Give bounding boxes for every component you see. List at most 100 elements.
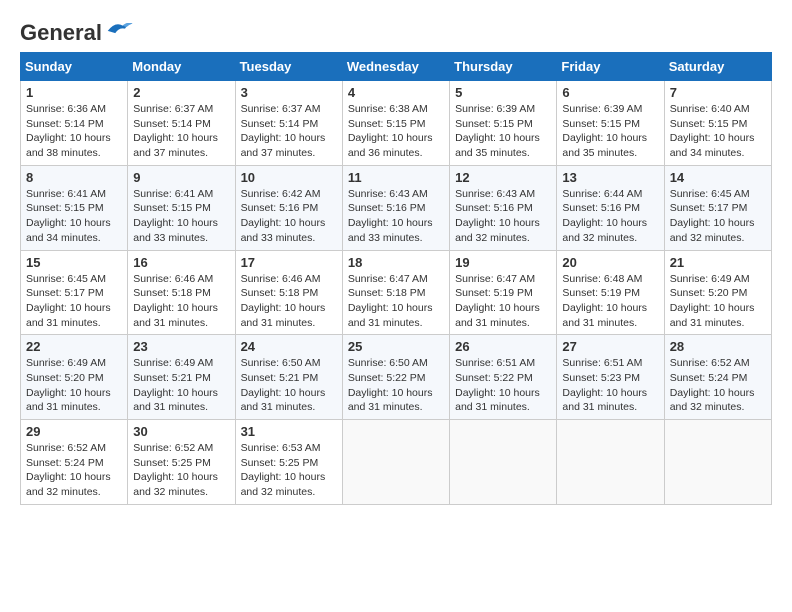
- day-number: 2: [133, 85, 229, 100]
- day-info: Sunrise: 6:37 AMSunset: 5:14 PMDaylight:…: [241, 102, 337, 161]
- weekday-header-friday: Friday: [557, 53, 664, 81]
- calendar-cell: 10Sunrise: 6:42 AMSunset: 5:16 PMDayligh…: [235, 165, 342, 250]
- calendar-cell: 29 Sunrise: 6:52 AMSunset: 5:24 PMDayligh…: [21, 420, 128, 505]
- day-info: Sunrise: 6:41 AMSunset: 5:15 PMDaylight:…: [26, 187, 122, 246]
- day-number: 29: [26, 424, 122, 439]
- calendar-cell: 16Sunrise: 6:46 AMSunset: 5:18 PMDayligh…: [128, 250, 235, 335]
- calendar-cell: 28 Sunrise: 6:52 AMSunset: 5:24 PMDayligh…: [664, 335, 771, 420]
- day-number: 28: [670, 339, 766, 354]
- day-info: Sunrise: 6:52 AMSunset: 5:25 PMDaylight:…: [133, 441, 229, 500]
- day-number: 3: [241, 85, 337, 100]
- day-number: 27: [562, 339, 658, 354]
- day-number: 31: [241, 424, 337, 439]
- day-info: Sunrise: 6:52 AMSunset: 5:24 PMDaylight:…: [670, 356, 766, 415]
- day-info: Sunrise: 6:41 AMSunset: 5:15 PMDaylight:…: [133, 187, 229, 246]
- calendar-cell: 30 Sunrise: 6:52 AMSunset: 5:25 PMDayligh…: [128, 420, 235, 505]
- day-number: 15: [26, 255, 122, 270]
- calendar-week-2: 8 Sunrise: 6:41 AMSunset: 5:15 PMDaylight…: [21, 165, 772, 250]
- calendar-cell: 7Sunrise: 6:40 AMSunset: 5:15 PMDaylight…: [664, 81, 771, 166]
- calendar-cell: 15 Sunrise: 6:45 AMSunset: 5:17 PMDayligh…: [21, 250, 128, 335]
- calendar-cell: [342, 420, 449, 505]
- weekday-header-saturday: Saturday: [664, 53, 771, 81]
- calendar-cell: [450, 420, 557, 505]
- day-number: 12: [455, 170, 551, 185]
- calendar-week-3: 15 Sunrise: 6:45 AMSunset: 5:17 PMDayligh…: [21, 250, 772, 335]
- day-number: 22: [26, 339, 122, 354]
- day-info: Sunrise: 6:52 AMSunset: 5:24 PMDaylight:…: [26, 441, 122, 500]
- day-number: 5: [455, 85, 551, 100]
- day-number: 9: [133, 170, 229, 185]
- day-info: Sunrise: 6:49 AMSunset: 5:20 PMDaylight:…: [26, 356, 122, 415]
- calendar-cell: 9 Sunrise: 6:41 AMSunset: 5:15 PMDaylight…: [128, 165, 235, 250]
- day-number: 26: [455, 339, 551, 354]
- day-info: Sunrise: 6:51 AMSunset: 5:23 PMDaylight:…: [562, 356, 658, 415]
- weekday-header-monday: Monday: [128, 53, 235, 81]
- day-info: Sunrise: 6:45 AMSunset: 5:17 PMDaylight:…: [26, 272, 122, 331]
- weekday-header-tuesday: Tuesday: [235, 53, 342, 81]
- logo-general: General: [20, 20, 102, 46]
- calendar-cell: [557, 420, 664, 505]
- calendar-cell: 5 Sunrise: 6:39 AMSunset: 5:15 PMDaylight…: [450, 81, 557, 166]
- calendar-cell: 22 Sunrise: 6:49 AMSunset: 5:20 PMDayligh…: [21, 335, 128, 420]
- calendar-cell: 11 Sunrise: 6:43 AMSunset: 5:16 PMDayligh…: [342, 165, 449, 250]
- calendar-cell: 6Sunrise: 6:39 AMSunset: 5:15 PMDaylight…: [557, 81, 664, 166]
- page-header: General: [20, 20, 772, 42]
- day-info: Sunrise: 6:45 AMSunset: 5:17 PMDaylight:…: [670, 187, 766, 246]
- logo: General: [20, 20, 134, 42]
- day-info: Sunrise: 6:50 AMSunset: 5:22 PMDaylight:…: [348, 356, 444, 415]
- calendar-cell: 24Sunrise: 6:50 AMSunset: 5:21 PMDayligh…: [235, 335, 342, 420]
- day-number: 8: [26, 170, 122, 185]
- day-info: Sunrise: 6:43 AMSunset: 5:16 PMDaylight:…: [348, 187, 444, 246]
- calendar-cell: 19 Sunrise: 6:47 AMSunset: 5:19 PMDayligh…: [450, 250, 557, 335]
- calendar-cell: 26 Sunrise: 6:51 AMSunset: 5:22 PMDayligh…: [450, 335, 557, 420]
- calendar-cell: 17Sunrise: 6:46 AMSunset: 5:18 PMDayligh…: [235, 250, 342, 335]
- day-number: 16: [133, 255, 229, 270]
- day-number: 11: [348, 170, 444, 185]
- day-info: Sunrise: 6:39 AMSunset: 5:15 PMDaylight:…: [455, 102, 551, 161]
- day-number: 19: [455, 255, 551, 270]
- day-number: 13: [562, 170, 658, 185]
- day-number: 24: [241, 339, 337, 354]
- calendar-cell: 3 Sunrise: 6:37 AMSunset: 5:14 PMDaylight…: [235, 81, 342, 166]
- calendar-cell: 2 Sunrise: 6:37 AMSunset: 5:14 PMDaylight…: [128, 81, 235, 166]
- day-info: Sunrise: 6:49 AMSunset: 5:21 PMDaylight:…: [133, 356, 229, 415]
- calendar-cell: 12 Sunrise: 6:43 AMSunset: 5:16 PMDayligh…: [450, 165, 557, 250]
- calendar-cell: 4Sunrise: 6:38 AMSunset: 5:15 PMDaylight…: [342, 81, 449, 166]
- calendar-header-row: SundayMondayTuesdayWednesdayThursdayFrid…: [21, 53, 772, 81]
- calendar-cell: 1 Sunrise: 6:36 AMSunset: 5:14 PMDaylight…: [21, 81, 128, 166]
- weekday-header-sunday: Sunday: [21, 53, 128, 81]
- day-info: Sunrise: 6:46 AMSunset: 5:18 PMDaylight:…: [241, 272, 337, 331]
- weekday-header-wednesday: Wednesday: [342, 53, 449, 81]
- calendar-cell: 13 Sunrise: 6:44 AMSunset: 5:16 PMDayligh…: [557, 165, 664, 250]
- day-number: 20: [562, 255, 658, 270]
- day-number: 30: [133, 424, 229, 439]
- day-number: 1: [26, 85, 122, 100]
- calendar-cell: 8 Sunrise: 6:41 AMSunset: 5:15 PMDaylight…: [21, 165, 128, 250]
- day-number: 21: [670, 255, 766, 270]
- calendar-cell: 25 Sunrise: 6:50 AMSunset: 5:22 PMDayligh…: [342, 335, 449, 420]
- day-number: 23: [133, 339, 229, 354]
- calendar-cell: 14 Sunrise: 6:45 AMSunset: 5:17 PMDayligh…: [664, 165, 771, 250]
- day-info: Sunrise: 6:53 AMSunset: 5:25 PMDaylight:…: [241, 441, 337, 500]
- calendar-week-1: 1 Sunrise: 6:36 AMSunset: 5:14 PMDaylight…: [21, 81, 772, 166]
- day-info: Sunrise: 6:47 AMSunset: 5:18 PMDaylight:…: [348, 272, 444, 331]
- day-info: Sunrise: 6:47 AMSunset: 5:19 PMDaylight:…: [455, 272, 551, 331]
- calendar-cell: [664, 420, 771, 505]
- day-number: 14: [670, 170, 766, 185]
- calendar-cell: 23 Sunrise: 6:49 AMSunset: 5:21 PMDayligh…: [128, 335, 235, 420]
- day-info: Sunrise: 6:43 AMSunset: 5:16 PMDaylight:…: [455, 187, 551, 246]
- day-info: Sunrise: 6:44 AMSunset: 5:16 PMDaylight:…: [562, 187, 658, 246]
- day-info: Sunrise: 6:37 AMSunset: 5:14 PMDaylight:…: [133, 102, 229, 161]
- day-info: Sunrise: 6:39 AMSunset: 5:15 PMDaylight:…: [562, 102, 658, 161]
- day-info: Sunrise: 6:42 AMSunset: 5:16 PMDaylight:…: [241, 187, 337, 246]
- day-info: Sunrise: 6:38 AMSunset: 5:15 PMDaylight:…: [348, 102, 444, 161]
- day-number: 7: [670, 85, 766, 100]
- day-info: Sunrise: 6:36 AMSunset: 5:14 PMDaylight:…: [26, 102, 122, 161]
- calendar-cell: 21 Sunrise: 6:49 AMSunset: 5:20 PMDayligh…: [664, 250, 771, 335]
- day-number: 25: [348, 339, 444, 354]
- day-info: Sunrise: 6:49 AMSunset: 5:20 PMDaylight:…: [670, 272, 766, 331]
- calendar-cell: 18 Sunrise: 6:47 AMSunset: 5:18 PMDayligh…: [342, 250, 449, 335]
- day-info: Sunrise: 6:51 AMSunset: 5:22 PMDaylight:…: [455, 356, 551, 415]
- logo-bird-icon: [104, 19, 134, 39]
- day-number: 18: [348, 255, 444, 270]
